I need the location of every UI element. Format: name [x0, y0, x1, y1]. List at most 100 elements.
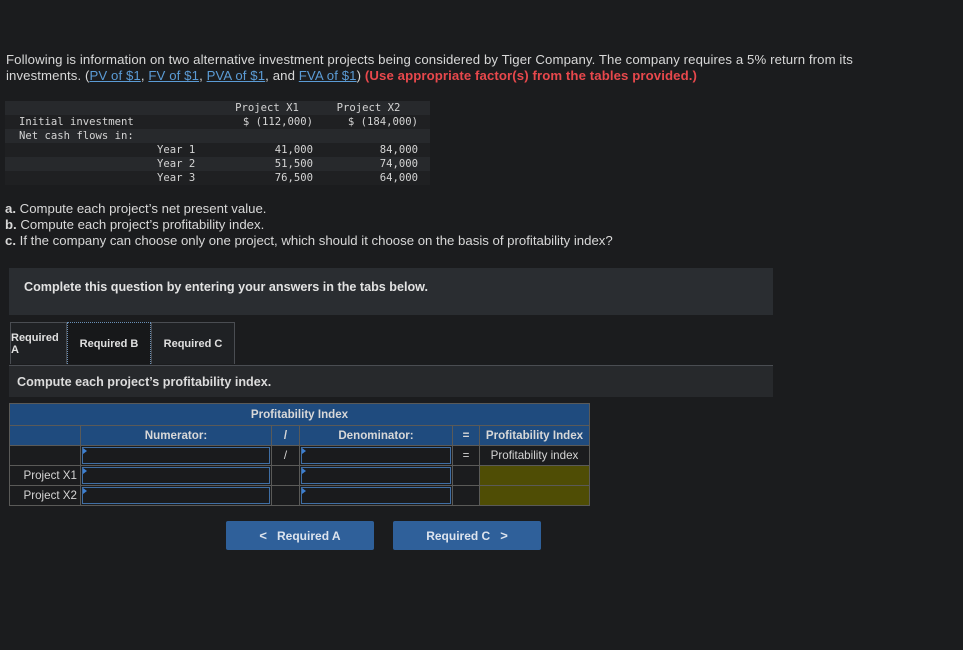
- pi-table-title: Profitability Index: [9, 403, 590, 426]
- factor-warning: (Use appropriate factor(s) from the tabl…: [364, 68, 697, 83]
- x1-value: 41,000: [221, 143, 319, 157]
- divide-blank: [271, 485, 300, 506]
- x1-value: [221, 129, 319, 143]
- header-blank: [9, 425, 81, 446]
- input-marker-icon: [302, 488, 306, 494]
- question-letter: c.: [5, 233, 16, 248]
- denominator-label-cell: [299, 445, 453, 466]
- tab-required-b[interactable]: Required B: [67, 322, 151, 364]
- input-marker-icon: [302, 468, 306, 474]
- x1-value: 51,500: [221, 157, 319, 171]
- x1-value: $ (112,000): [221, 115, 319, 129]
- denominator-label-input[interactable]: [301, 447, 451, 464]
- tab-required-a[interactable]: Required A: [10, 322, 67, 364]
- x2-value: 84,000: [319, 143, 430, 157]
- pi-header-row: Numerator: / Denominator: = Profitabilit…: [9, 425, 590, 446]
- denominator-cell: [299, 485, 453, 506]
- question-text: If the company can choose only one proje…: [16, 233, 613, 248]
- header-blank: [5, 101, 157, 115]
- chevron-left-icon: <: [259, 528, 268, 543]
- prev-button-label: Required A: [277, 528, 341, 543]
- problem-intro: Following is information on two alternat…: [6, 52, 866, 84]
- project-label: Project X1: [9, 465, 81, 486]
- question-c: c. If the company can choose only one pr…: [5, 233, 613, 249]
- equals-symbol: =: [452, 445, 480, 466]
- denominator-cell: [299, 465, 453, 486]
- question-list: a. Compute each project’s net present va…: [5, 201, 613, 249]
- x2-value: 64,000: [319, 171, 430, 185]
- data-row: Year 3 76,500 64,000: [5, 171, 430, 185]
- input-marker-icon: [302, 448, 306, 454]
- x2-value: 74,000: [319, 157, 430, 171]
- question-letter: b.: [5, 217, 17, 232]
- required-tabs: Required A Required B Required C: [10, 322, 235, 365]
- profitability-index-result-x1: [479, 465, 590, 486]
- row-label: [5, 143, 157, 157]
- x1-value: 76,500: [221, 171, 319, 185]
- link-fva-of-1[interactable]: FVA of $1: [299, 68, 357, 83]
- profitability-index-result-x2: [479, 485, 590, 506]
- header-profitability-index: Profitability Index: [479, 425, 590, 446]
- project-label: Project X2: [9, 485, 81, 506]
- input-marker-icon: [83, 488, 87, 494]
- data-row: Year 1 41,000 84,000: [5, 143, 430, 157]
- link-fv-of-1[interactable]: FV of $1: [148, 68, 199, 83]
- result-label: Profitability index: [479, 445, 590, 466]
- divide-blank: [271, 465, 300, 486]
- question-text: Compute each project’s profitability ind…: [16, 217, 265, 232]
- pi-row-project-x2: Project X2: [9, 485, 590, 506]
- data-table-header: Project X1 Project X2: [5, 101, 430, 115]
- denominator-input-x1[interactable]: [301, 467, 451, 484]
- header-project-x2: Project X2: [319, 101, 430, 115]
- numerator-input-x2[interactable]: [82, 487, 270, 504]
- row-sublabel: [157, 115, 221, 129]
- banner-text: Complete this question by entering your …: [24, 280, 428, 294]
- header-project-x1: Project X1: [221, 101, 319, 115]
- separator: , and: [265, 68, 299, 83]
- input-marker-icon: [83, 468, 87, 474]
- row-label: Net cash flows in:: [5, 129, 221, 143]
- pi-label-row: / = Profitability index: [9, 445, 590, 466]
- denominator-input-x2[interactable]: [301, 487, 451, 504]
- row-label: [5, 157, 157, 171]
- link-pva-of-1[interactable]: PVA of $1: [207, 68, 266, 83]
- input-marker-icon: [83, 448, 87, 454]
- next-required-c-button[interactable]: Required C >: [393, 521, 541, 550]
- equals-blank: [452, 485, 480, 506]
- question-b: b. Compute each project’s profitability …: [5, 217, 613, 233]
- header-blank: [157, 101, 221, 115]
- investment-data-table: Project X1 Project X2 Initial investment…: [5, 101, 430, 185]
- x2-value: [319, 129, 430, 143]
- task-instruction: Compute each project’s profitability ind…: [9, 366, 773, 397]
- data-row: Initial investment $ (112,000) $ (184,00…: [5, 115, 430, 129]
- numerator-label-input[interactable]: [82, 447, 270, 464]
- link-pv-of-1[interactable]: PV of $1: [89, 68, 140, 83]
- header-denominator: Denominator:: [299, 425, 453, 446]
- numerator-input-x1[interactable]: [82, 467, 270, 484]
- next-button-label: Required C: [426, 528, 491, 543]
- data-row: Year 2 51,500 74,000: [5, 157, 430, 171]
- header-equals: =: [452, 425, 480, 446]
- numerator-cell: [80, 465, 272, 486]
- header-numerator: Numerator:: [80, 425, 272, 446]
- chevron-right-icon: >: [500, 528, 508, 543]
- header-divide: /: [271, 425, 300, 446]
- data-row: Net cash flows in:: [5, 129, 430, 143]
- prev-required-a-button[interactable]: < Required A: [226, 521, 374, 550]
- row-sublabel: Year 2: [157, 157, 221, 171]
- row-sublabel: Year 3: [157, 171, 221, 185]
- row-sublabel: Year 1: [157, 143, 221, 157]
- numerator-label-cell: [80, 445, 272, 466]
- row-label: Initial investment: [5, 115, 157, 129]
- question-letter: a.: [5, 201, 16, 216]
- question-text: Compute each project’s net present value…: [16, 201, 267, 216]
- row-label-blank: [9, 445, 81, 466]
- separator: ): [356, 68, 362, 83]
- equals-blank: [452, 465, 480, 486]
- numerator-cell: [80, 485, 272, 506]
- profitability-index-table: Profitability Index Numerator: / Denomin…: [9, 403, 590, 506]
- pi-title-row: Profitability Index: [9, 403, 590, 426]
- tab-required-c[interactable]: Required C: [151, 322, 235, 364]
- x2-value: $ (184,000): [319, 115, 430, 129]
- divide-symbol: /: [271, 445, 300, 466]
